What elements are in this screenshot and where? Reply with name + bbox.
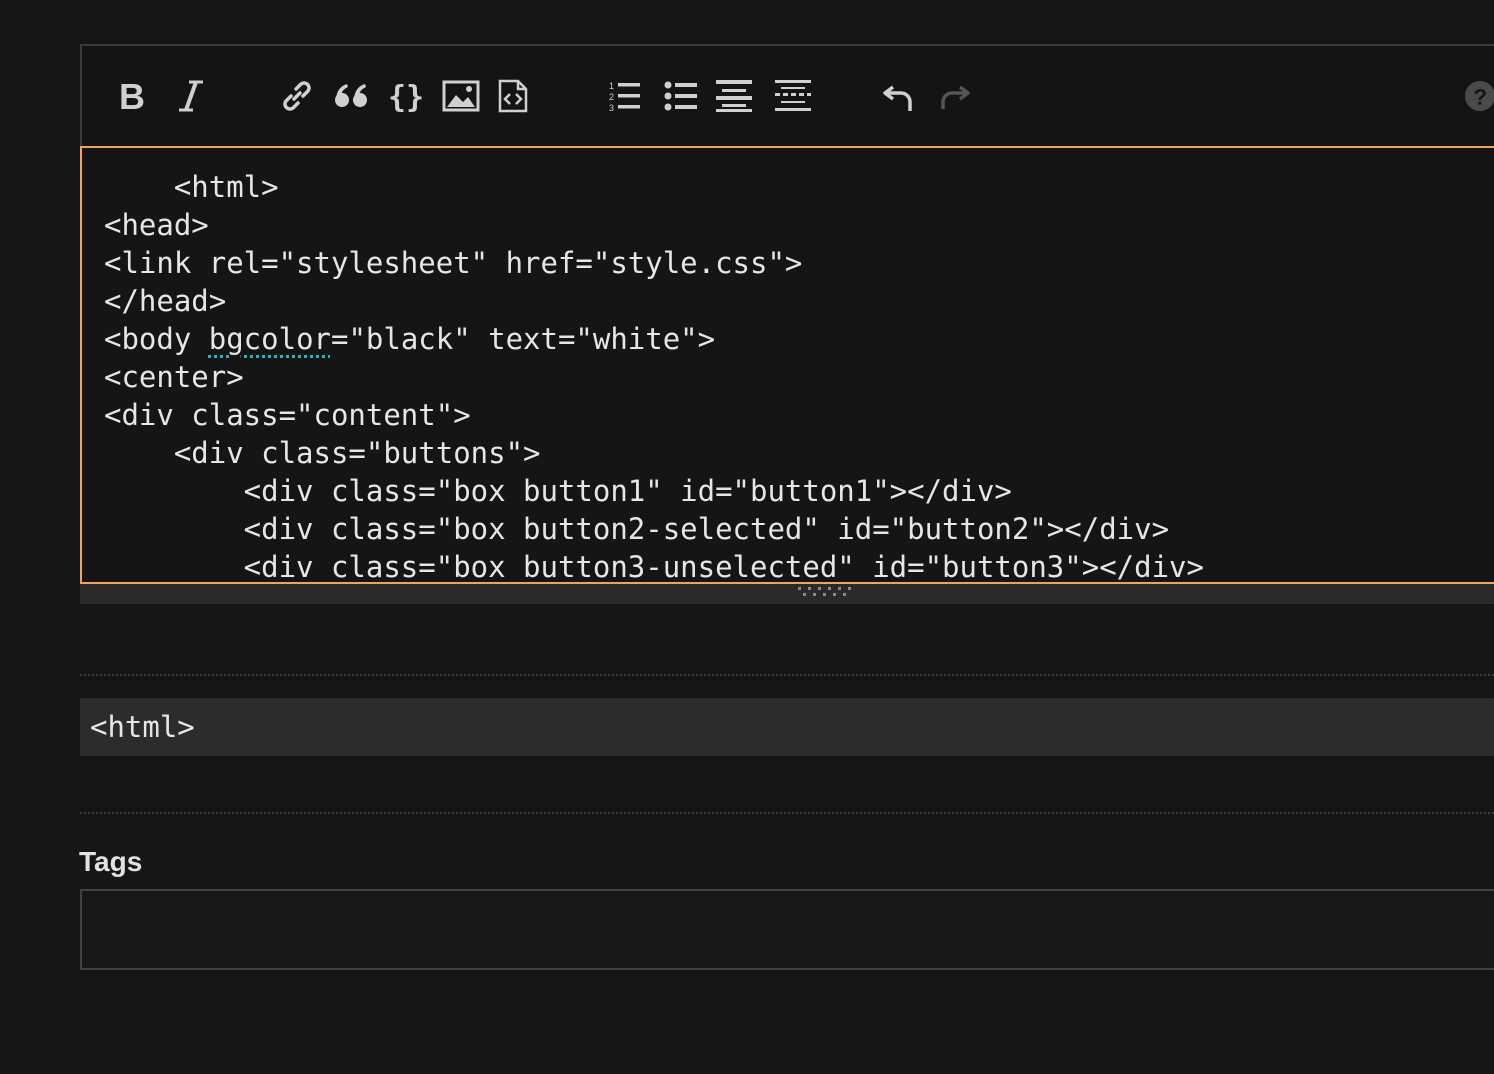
- code-line: </head>: [104, 284, 227, 318]
- tags-input[interactable]: [80, 889, 1494, 970]
- redo-button[interactable]: [933, 76, 973, 116]
- markdown-preview: <html>: [80, 698, 1494, 756]
- resize-bar: [80, 584, 1494, 604]
- code-button[interactable]: {}: [384, 76, 424, 116]
- bulleted-list-icon: [664, 81, 697, 111]
- code-line: <div class="box button1" id="button1"></…: [104, 474, 1012, 508]
- image-button[interactable]: [441, 76, 481, 116]
- svg-text:1: 1: [609, 81, 614, 91]
- link-button[interactable]: [277, 76, 317, 116]
- code-editor-textarea[interactable]: <html> <head> <link rel="stylesheet" hre…: [80, 146, 1494, 584]
- snippet-button[interactable]: [493, 76, 533, 116]
- code-line: <html>: [104, 170, 279, 204]
- horizontal-rule-button[interactable]: [773, 76, 813, 116]
- quote-icon: [335, 84, 367, 107]
- heading-icon: [716, 80, 752, 112]
- blockquote-button[interactable]: [331, 76, 371, 116]
- spellcheck-word: bgcolor: [208, 322, 331, 356]
- undo-icon: [883, 85, 912, 111]
- code-editor-content: <html> <head> <link rel="stylesheet" hre…: [82, 148, 1494, 584]
- code-line: <head>: [104, 208, 209, 242]
- preview-text: <html>: [90, 710, 195, 744]
- undo-button[interactable]: [880, 76, 920, 116]
- editor-toolbar: B {} 1 2 3 ?: [82, 46, 1494, 146]
- heading-button[interactable]: [714, 76, 754, 116]
- tags-label: Tags: [79, 846, 143, 877]
- image-icon: [442, 80, 480, 112]
- section-divider: [80, 812, 1494, 814]
- braces-icon: {}: [388, 80, 422, 114]
- italic-icon: [179, 80, 203, 112]
- svg-text:B: B: [119, 79, 145, 113]
- code-line: <div class="buttons">: [104, 436, 541, 470]
- link-icon: [283, 81, 311, 111]
- code-line: <body bgcolor="black" text="white">: [104, 322, 716, 356]
- bold-icon: B: [119, 79, 145, 113]
- help-button[interactable]: ?: [1460, 76, 1494, 116]
- italic-button[interactable]: [171, 76, 211, 116]
- svg-text:3: 3: [609, 103, 614, 113]
- numbered-list-button[interactable]: 1 2 3: [605, 76, 645, 116]
- bulleted-list-button[interactable]: [661, 76, 701, 116]
- code-file-icon: [498, 79, 528, 113]
- numbered-list-icon: 1 2 3: [609, 81, 640, 113]
- code-line: <div class="box button3-unselected" id="…: [104, 550, 1204, 584]
- code-line: <div class="box button2-selected" id="bu…: [104, 512, 1170, 546]
- svg-text:?: ?: [1473, 84, 1487, 109]
- code-line: <link rel="stylesheet" href="style.css">: [104, 246, 803, 280]
- svg-text:{}: {}: [388, 80, 422, 114]
- markdown-editor: B {} 1 2 3 ? <html> <head> <link rel="st…: [80, 44, 1494, 604]
- section-divider: [80, 674, 1494, 676]
- horizontal-rule-icon: [775, 80, 811, 111]
- resize-grip-icon[interactable]: [796, 587, 856, 597]
- svg-text:2: 2: [609, 92, 614, 102]
- code-line: <center>: [104, 360, 244, 394]
- code-line: <div class="content">: [104, 398, 471, 432]
- redo-icon: [941, 85, 970, 109]
- bold-button[interactable]: B: [111, 76, 151, 116]
- help-icon: ?: [1464, 80, 1494, 112]
